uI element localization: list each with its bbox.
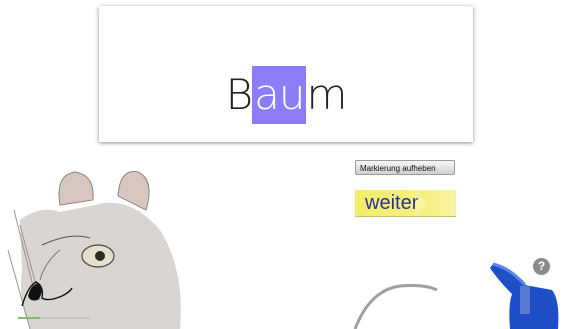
word-highlight[interactable]: au (252, 66, 307, 124)
mouse-illustration (7, 171, 181, 329)
help-icon[interactable]: ? (533, 258, 550, 275)
mouse-tail (353, 284, 438, 329)
blue-bottle-illustration (490, 262, 559, 329)
word-display: Baum (99, 66, 473, 124)
arrow-shape (415, 190, 427, 216)
clear-marking-button[interactable]: Markierung aufheben (355, 160, 455, 175)
next-button-label: weiter (365, 192, 419, 214)
word-card: Baum (99, 6, 473, 142)
next-button[interactable]: weiter (355, 190, 456, 217)
word-prefix[interactable]: B (226, 66, 253, 124)
word-suffix[interactable]: m (306, 66, 347, 124)
